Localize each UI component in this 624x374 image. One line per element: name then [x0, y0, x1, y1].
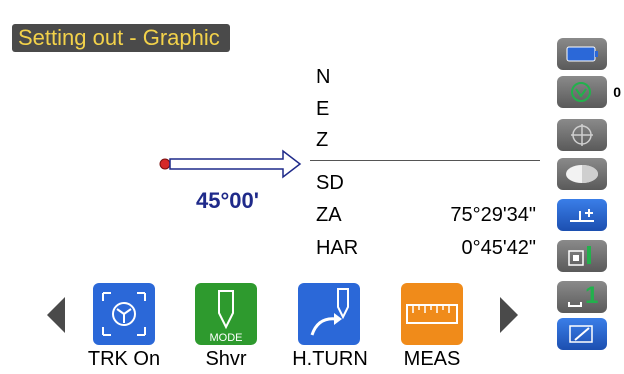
meas-mode-label: 1 — [585, 282, 599, 309]
direction-arrow-icon — [159, 149, 302, 179]
stake-mode-icon: MODE — [210, 290, 243, 344]
crosshair-icon — [571, 124, 593, 146]
value-har: 0°45'42" — [461, 237, 536, 259]
reflector-icon — [566, 165, 598, 183]
tracking-icon — [102, 292, 146, 336]
direction-angle: 45°00' — [196, 188, 259, 213]
edit-icon — [569, 325, 593, 343]
target-icon — [570, 209, 594, 222]
horizontal-turn-icon — [310, 288, 349, 336]
readout-divider — [310, 160, 540, 161]
label-n: N — [316, 66, 331, 88]
ruler-icon — [406, 304, 458, 324]
battery-icon — [566, 46, 598, 62]
edit-button[interactable] — [557, 318, 607, 350]
shvr-button[interactable]: MODE — [195, 283, 257, 345]
laser-button[interactable] — [557, 240, 607, 272]
label-e: E — [316, 98, 330, 120]
meas-button[interactable] — [401, 283, 463, 345]
reflector-button[interactable] — [557, 158, 607, 190]
softkey-label-trk-on: TRK On — [87, 348, 161, 370]
prism-icon — [571, 82, 591, 102]
chevron-left-icon[interactable] — [45, 295, 67, 335]
prism-status-button[interactable]: 0 — [557, 76, 621, 108]
measure-mode-button[interactable]: 1 — [557, 281, 607, 313]
softkey-label-h-turn: H.TURN — [292, 348, 368, 370]
laser-icon — [568, 246, 591, 266]
label-z: Z — [316, 129, 329, 151]
svg-text:MODE: MODE — [210, 332, 243, 344]
tracking-count: 0 — [613, 84, 621, 100]
softkey-label-shvr: Shvr — [205, 348, 247, 370]
chevron-right-icon[interactable] — [498, 295, 520, 335]
label-za: ZA — [316, 204, 342, 226]
battery-status — [557, 38, 607, 70]
value-za: 75°29'34" — [450, 204, 536, 226]
label-sd: SD — [316, 172, 344, 194]
screen-title: Setting out - Graphic — [12, 24, 230, 52]
trk-on-button[interactable] — [93, 283, 155, 345]
label-har: HAR — [316, 237, 359, 259]
softkey-label-meas: MEAS — [403, 348, 461, 370]
target-button[interactable] — [557, 199, 607, 231]
h-turn-button[interactable] — [298, 283, 360, 345]
crosshair-button[interactable] — [557, 119, 607, 151]
